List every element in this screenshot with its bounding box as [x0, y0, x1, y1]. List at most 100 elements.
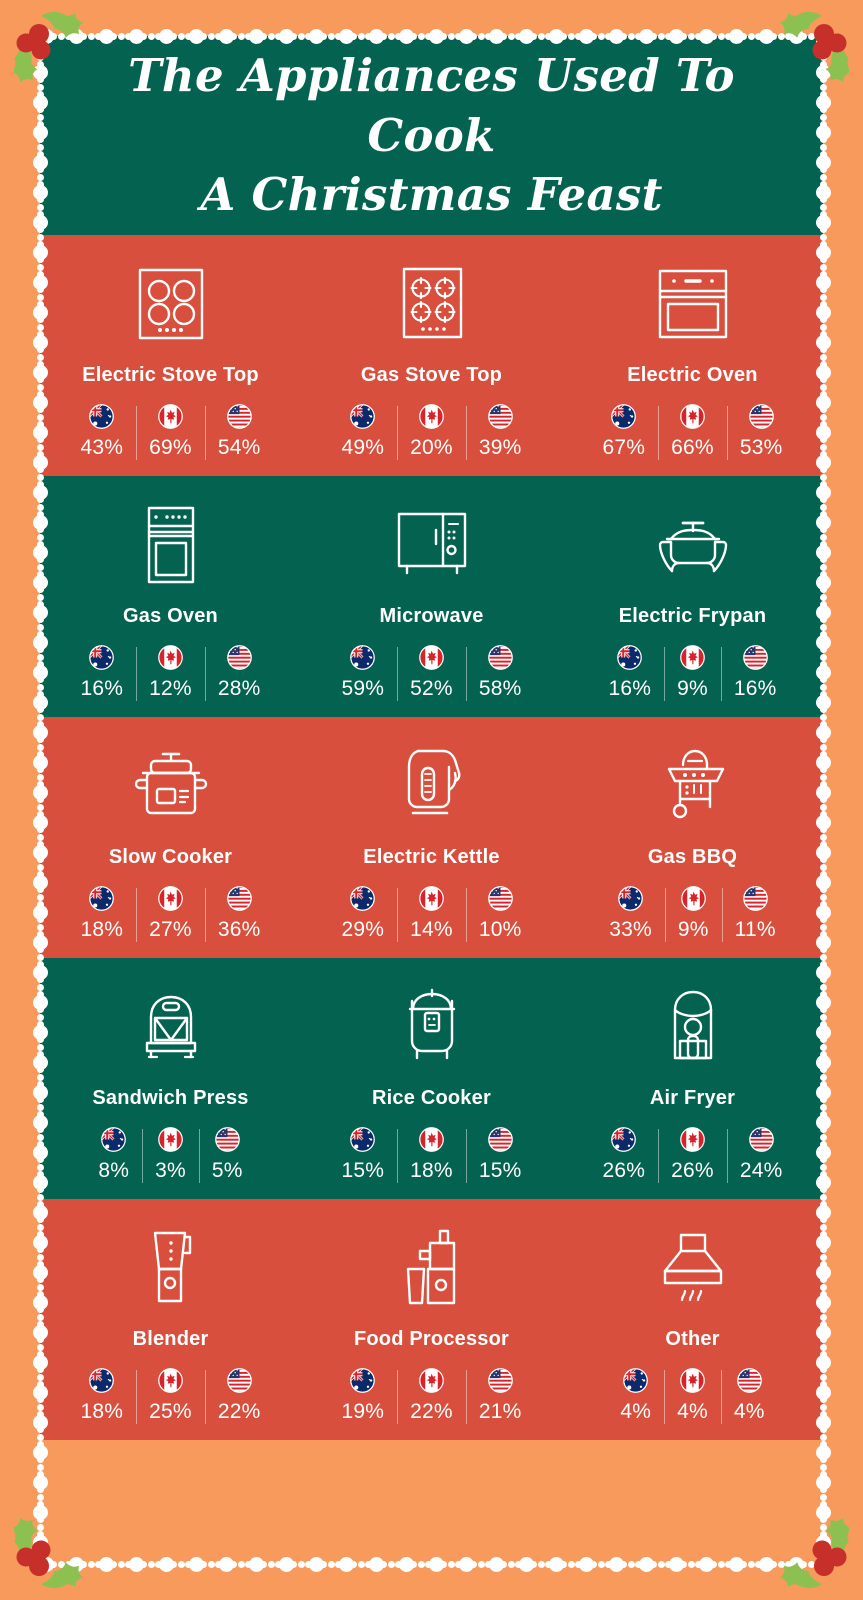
border-dot — [125, 1560, 132, 1568]
country-stats: 33% 9% 11% — [596, 886, 788, 942]
percentage-value: 26% — [602, 1159, 646, 1182]
border-dot — [395, 1560, 402, 1568]
border-dot — [638, 1556, 654, 1572]
flag-au-icon — [611, 1127, 637, 1152]
country-stats: 29% 14% 10% — [329, 886, 535, 942]
border-dot — [110, 1560, 117, 1568]
sandwich-press-icon — [125, 984, 217, 1070]
border-dot — [410, 1560, 417, 1568]
country-stat: 36% — [204, 886, 274, 942]
country-stat: 52% — [397, 645, 466, 701]
border-dot — [530, 1560, 537, 1568]
country-stat: 11% — [721, 886, 789, 942]
border-dot — [188, 1556, 204, 1572]
country-stat: 49% — [329, 404, 398, 460]
flag-au-icon — [611, 404, 637, 429]
country-stat: 58% — [465, 645, 535, 701]
country-stats: 18% 25% 22% — [68, 1368, 274, 1424]
border-dot — [320, 1560, 327, 1568]
country-stats: 15% 18% 15% — [329, 1127, 535, 1183]
border-dot — [290, 1560, 297, 1568]
border-dot — [515, 1560, 522, 1568]
border-dot — [365, 1560, 372, 1568]
border-dot — [267, 1560, 275, 1568]
border-dot — [387, 1560, 395, 1568]
border-dot — [36, 1471, 44, 1478]
percentage-value: 43% — [80, 436, 124, 459]
appliance-row: Electric Stove Top 43% 69% 54% Gas Stove… — [40, 235, 823, 476]
appliance-label: Sandwich Press — [92, 1087, 249, 1109]
country-stat: 69% — [136, 404, 205, 460]
poster-header: The Appliances Used To Cook A Christmas … — [40, 36, 823, 235]
percentage-value: 52% — [410, 677, 453, 700]
flag-us-icon — [742, 886, 768, 911]
appliance-card: Electric Frypan 16% 9% 16% — [562, 502, 823, 701]
country-stat: 10% — [465, 886, 535, 942]
border-dot — [545, 1560, 552, 1568]
border-dot — [537, 1560, 545, 1568]
country-stat: 67% — [590, 404, 659, 460]
border-dot — [665, 1560, 672, 1568]
country-stats: 43% 69% 54% — [68, 404, 274, 460]
percentage-value: 39% — [478, 436, 522, 459]
appliance-row-inner: Blender 18% 25% 22% Food Processor 19% 2… — [40, 1225, 823, 1424]
border-dot — [698, 1556, 714, 1572]
country-stats: 49% 20% 39% — [329, 404, 535, 460]
electric-frypan-icon — [645, 502, 741, 588]
border-dot — [368, 1556, 384, 1572]
border-dot — [36, 1463, 44, 1471]
border-dot — [650, 1560, 657, 1568]
border-dot — [275, 1560, 282, 1568]
country-stat: 15% — [329, 1127, 398, 1183]
border-dot — [717, 1560, 725, 1568]
flag-ca-icon — [680, 645, 705, 670]
flag-ca-icon — [158, 645, 183, 670]
page-title: The Appliances Used To Cook A Christmas … — [40, 46, 823, 224]
country-stat: 43% — [68, 404, 137, 460]
percentage-value: 67% — [602, 436, 646, 459]
border-dot — [815, 1444, 831, 1460]
border-dot — [36, 1456, 44, 1463]
border-dot — [668, 1556, 684, 1572]
country-stat: 12% — [136, 645, 205, 701]
border-dot — [215, 1560, 222, 1568]
percentage-value: 33% — [609, 918, 652, 941]
country-stat: 9% — [664, 886, 722, 942]
appliance-label: Microwave — [379, 605, 484, 627]
flag-ca-icon — [158, 1127, 183, 1152]
flag-ca-icon — [419, 404, 444, 429]
border-dot — [567, 1560, 575, 1568]
border-dot — [695, 1560, 702, 1568]
country-stat: 25% — [136, 1368, 205, 1424]
border-dot — [620, 1560, 627, 1568]
border-dot — [608, 1556, 624, 1572]
percentage-value: 25% — [149, 1400, 192, 1423]
appliance-card: Microwave 59% 52% 58% — [301, 502, 562, 701]
flag-ca-icon — [419, 1368, 444, 1393]
flag-us-icon — [487, 645, 513, 670]
border-dot — [207, 1560, 215, 1568]
country-stat: 15% — [465, 1127, 535, 1183]
appliance-row: Sandwich Press 8% 3% 5% Rice Cooker 15% … — [40, 958, 823, 1199]
border-dot — [308, 1556, 324, 1572]
electric-stove-top-icon — [127, 261, 215, 347]
border-dot — [605, 1560, 612, 1568]
country-stat: 24% — [726, 1127, 796, 1183]
country-stats: 19% 22% 21% — [329, 1368, 535, 1424]
flag-au-icon — [617, 645, 643, 670]
percentage-value: 10% — [478, 918, 522, 941]
border-dot — [98, 1556, 114, 1572]
border-dot — [687, 1560, 695, 1568]
border-dot — [32, 1474, 48, 1490]
country-stat: 53% — [726, 404, 796, 460]
flag-us-icon — [487, 1127, 513, 1152]
flag-us-icon — [487, 404, 513, 429]
title-line-1: The Appliances Used To Cook — [128, 49, 735, 162]
percentage-value: 16% — [608, 677, 652, 700]
flag-us-icon — [487, 886, 513, 911]
appliance-row: Gas Oven 16% 12% 28% Microwave 59% 52% 5… — [40, 476, 823, 717]
flag-ca-icon — [680, 886, 706, 911]
percentage-value: 4% — [733, 1400, 765, 1423]
flag-au-icon — [350, 1127, 376, 1152]
border-dot — [36, 1486, 44, 1493]
